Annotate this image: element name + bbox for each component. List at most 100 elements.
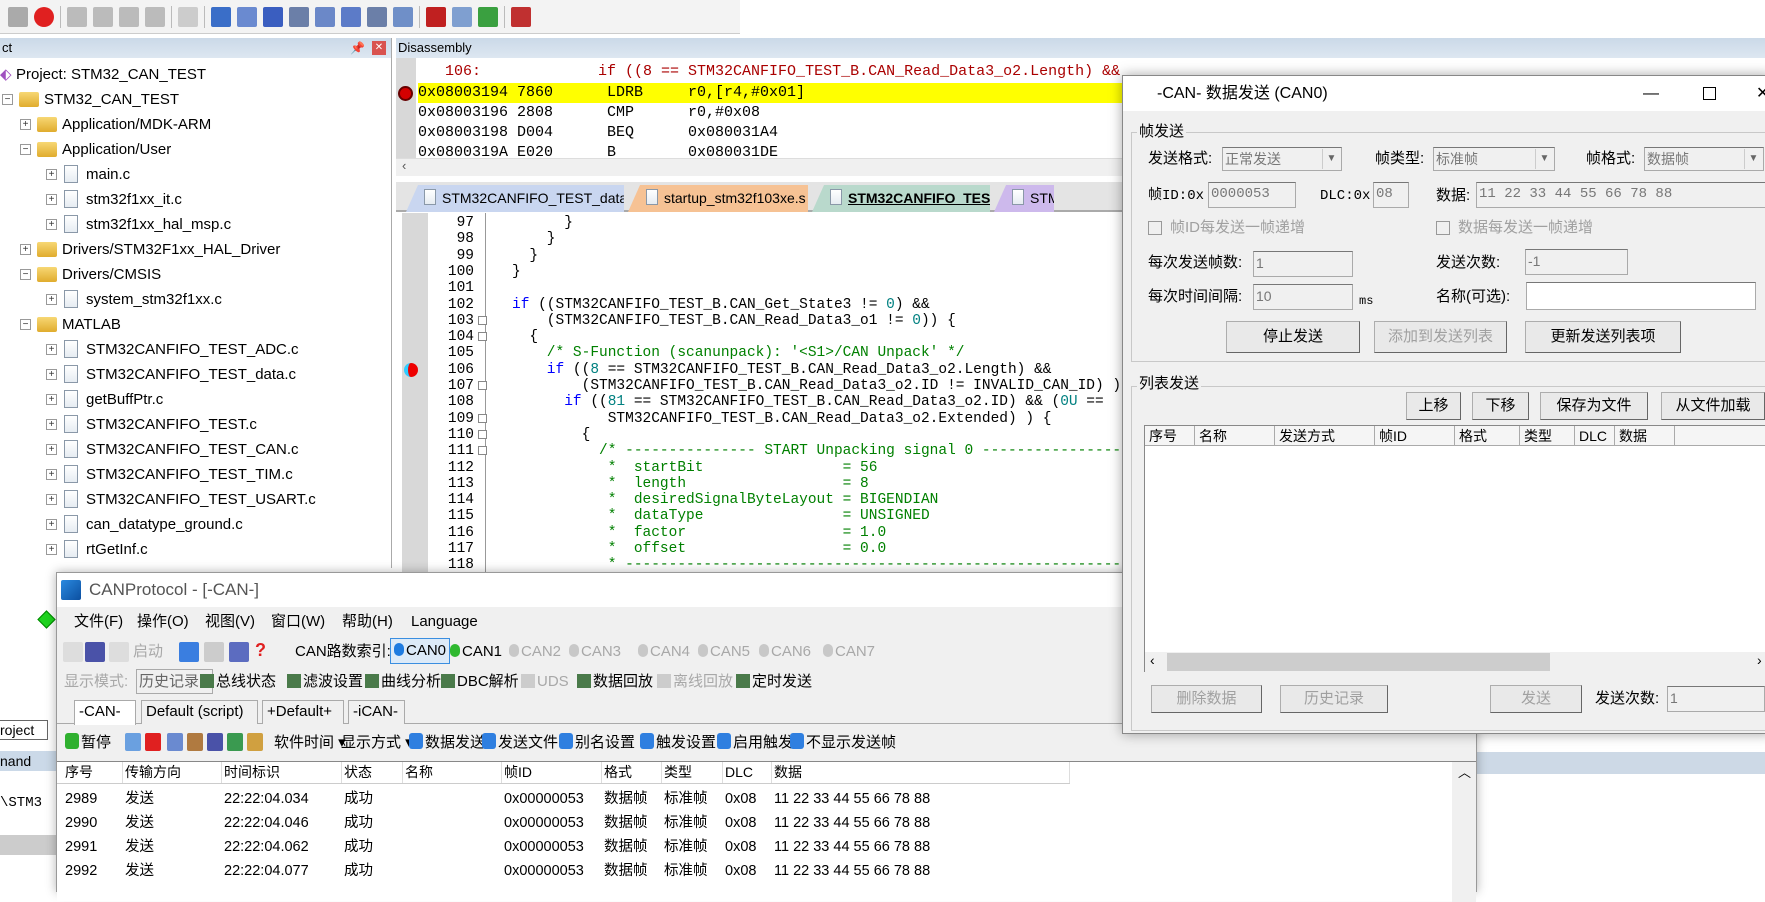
trace-window-icon[interactable] bbox=[452, 6, 472, 27]
toolbar-button-0[interactable]: 暂停 bbox=[65, 732, 111, 754]
fold-toggle-icon[interactable] bbox=[478, 332, 487, 342]
tree-item[interactable]: + STM32CANFIFO_TEST_data.c bbox=[0, 362, 390, 387]
tree-item[interactable]: + STM32CANFIFO_TEST_USART.c bbox=[0, 487, 390, 512]
export-icon[interactable] bbox=[227, 733, 243, 751]
code-line[interactable]: } bbox=[512, 248, 538, 264]
tree-item[interactable]: + can_datatype_ground.c bbox=[0, 512, 390, 537]
copy-icon[interactable] bbox=[167, 733, 183, 751]
start-button[interactable]: 启动 bbox=[133, 641, 163, 663]
collapse-icon[interactable]: − bbox=[20, 144, 31, 155]
tree-item[interactable]: + stm32f1xx_it.c bbox=[0, 187, 390, 212]
frame-row[interactable]: 2989 发送 22:22:04.034 成功 0x00000053 数据帧 标准帧 0x08… bbox=[57, 788, 1447, 810]
disassembly-window-icon[interactable] bbox=[237, 6, 257, 27]
toolbar-button-8[interactable]: 不显示发送帧 bbox=[790, 732, 896, 754]
tree-item[interactable]: + STM32CANFIFO_TEST_TIM.c bbox=[0, 462, 390, 487]
tree-item[interactable]: − MATLAB bbox=[0, 312, 390, 337]
channel-can1[interactable]: CAN1 bbox=[450, 641, 502, 663]
watch-window-icon[interactable] bbox=[341, 6, 361, 27]
step-over-icon[interactable] bbox=[93, 6, 113, 27]
file-tab[interactable]: STM32CANFIFO_TEST_data.c bbox=[406, 185, 624, 212]
tree-item[interactable]: + getBuffPtr.c bbox=[0, 387, 390, 412]
channel-can0[interactable]: CAN0 bbox=[390, 638, 451, 664]
history-button[interactable]: 历史记录 bbox=[1280, 685, 1388, 713]
tree-item[interactable]: − STM32_CAN_TEST bbox=[0, 87, 390, 112]
channel-can2[interactable]: CAN2 bbox=[509, 641, 561, 663]
toolbar-button-6[interactable]: 触发设置 bbox=[640, 732, 716, 754]
tree-item[interactable]: + stm32f1xx_hal_msp.c bbox=[0, 212, 390, 237]
view-tab[interactable]: Default (script) bbox=[141, 700, 258, 724]
tree-item[interactable]: + STM32CANFIFO_TEST_ADC.c bbox=[0, 337, 390, 362]
expand-icon[interactable]: + bbox=[46, 369, 57, 380]
toolbar-button-1[interactable]: 软件时间 ▾ bbox=[274, 732, 346, 754]
save-icon[interactable] bbox=[85, 642, 105, 662]
load-from-file-button[interactable]: 从文件加载 bbox=[1661, 392, 1765, 420]
toolbar-button-3[interactable]: 数据发送 bbox=[409, 732, 485, 754]
package-icon[interactable] bbox=[247, 733, 263, 751]
fold-toggle-icon[interactable] bbox=[478, 413, 487, 423]
channel-can4[interactable]: CAN4 bbox=[638, 641, 690, 663]
system-viewer-icon[interactable] bbox=[478, 6, 498, 27]
code-line[interactable]: /* --------------- START Unpacking signa… bbox=[512, 443, 1126, 459]
menu-item[interactable]: 窗口(W) bbox=[271, 611, 325, 633]
code-line[interactable]: * startBit = 56 bbox=[512, 460, 878, 476]
list-send-count-input[interactable]: 1 bbox=[1667, 686, 1765, 712]
tree-item[interactable]: ⬖ Project: STM32_CAN_TEST bbox=[0, 62, 390, 87]
update-list-item-button[interactable]: 更新发送列表项 bbox=[1525, 321, 1681, 353]
expand-icon[interactable]: + bbox=[46, 519, 57, 530]
fold-toggle-icon[interactable] bbox=[478, 381, 487, 390]
toolbar-button-5[interactable]: 别名设置 bbox=[559, 732, 635, 754]
expand-icon[interactable]: + bbox=[46, 544, 57, 555]
frame-row[interactable]: 2992 发送 22:22:04.077 成功 0x00000053 数据帧 标准帧 0x08… bbox=[57, 860, 1447, 882]
command-input[interactable] bbox=[0, 835, 60, 855]
file-tab[interactable]: STM bbox=[994, 185, 1054, 212]
open-icon[interactable] bbox=[63, 642, 83, 662]
toolbox-icon[interactable] bbox=[511, 6, 531, 27]
move-down-button[interactable]: 下移 bbox=[1472, 392, 1529, 420]
frame-column-header[interactable]: 类型 bbox=[664, 762, 723, 783]
code-line[interactable]: * factor = 1.0 bbox=[512, 525, 886, 541]
expand-icon[interactable]: + bbox=[46, 394, 57, 405]
code-line[interactable]: * desiredSignalByteLayout = BIGENDIAN bbox=[512, 492, 939, 508]
tree-item[interactable]: + Application/MDK-ARM bbox=[0, 112, 390, 137]
expand-icon[interactable]: + bbox=[46, 494, 57, 505]
serial-window-icon[interactable] bbox=[393, 6, 413, 27]
logic-analyzer-icon[interactable] bbox=[426, 6, 446, 27]
move-up-button[interactable]: 上移 bbox=[1406, 392, 1461, 420]
channel-can3[interactable]: CAN3 bbox=[569, 641, 621, 663]
code-line[interactable]: { bbox=[512, 329, 538, 345]
frame-column-header[interactable]: 帧ID bbox=[504, 762, 602, 783]
menu-item[interactable]: 操作(O) bbox=[137, 611, 189, 633]
disassembly-hscrollbar[interactable]: ‹ bbox=[396, 158, 1126, 176]
toolbar-button-4[interactable]: UDS bbox=[521, 671, 569, 693]
code-line[interactable]: (STM32CANFIFO_TEST_B.CAN_Read_Data3_o1 !… bbox=[512, 313, 956, 329]
frame-format-select[interactable]: 数据帧 ▼ bbox=[1644, 147, 1764, 171]
stop-record-icon[interactable] bbox=[145, 733, 161, 751]
frame-table-vscrollbar[interactable]: ︿ bbox=[1452, 762, 1476, 902]
device-icon[interactable] bbox=[179, 642, 199, 662]
scroll-left-icon[interactable]: ‹ bbox=[1150, 652, 1155, 668]
fold-toggle-icon[interactable] bbox=[478, 429, 487, 439]
help-icon[interactable]: ? bbox=[255, 640, 266, 661]
collapse-icon[interactable]: − bbox=[20, 319, 31, 330]
send-format-select[interactable]: 正常发送 ▼ bbox=[1222, 147, 1342, 171]
step-into-icon[interactable] bbox=[67, 6, 87, 27]
toolbar-button-2[interactable]: 显示方式 ▾ bbox=[341, 732, 413, 754]
record-icon[interactable] bbox=[125, 733, 141, 751]
file-tab[interactable]: startup_stm32f103xe.s bbox=[628, 185, 808, 212]
frame-column-header[interactable]: 状态 bbox=[344, 762, 403, 783]
menu-item[interactable]: Language bbox=[411, 611, 478, 633]
id-increment-checkbox[interactable] bbox=[1148, 221, 1162, 235]
toolbar-button-4[interactable]: 发送文件 bbox=[482, 732, 558, 754]
code-line[interactable]: } bbox=[512, 264, 521, 280]
scrollbar-thumb[interactable] bbox=[1167, 653, 1550, 671]
hand-icon[interactable] bbox=[109, 642, 129, 662]
book-icon[interactable] bbox=[229, 642, 249, 662]
channel-can5[interactable]: CAN5 bbox=[698, 641, 750, 663]
expand-icon[interactable]: + bbox=[20, 119, 31, 130]
tree-item[interactable]: + STM32CANFIFO_TEST.c bbox=[0, 412, 390, 437]
expand-icon[interactable]: + bbox=[20, 244, 31, 255]
toolbar-button-0[interactable]: 总线状态 bbox=[200, 671, 276, 693]
expand-icon[interactable]: + bbox=[46, 469, 57, 480]
code-line[interactable]: * offset = 0.0 bbox=[512, 541, 886, 557]
code-editor[interactable]: 97 } 98 } 99 } 100} 101 102 if ((STM32CANFIFO_… bbox=[396, 213, 1126, 573]
